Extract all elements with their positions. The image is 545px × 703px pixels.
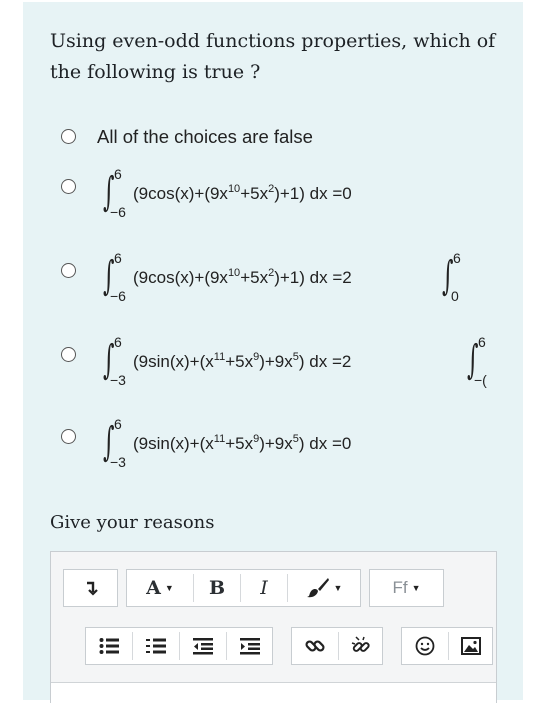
lower-limit: −6 [110, 204, 126, 220]
integrand: (9cos(x)+(9x10+5x2)+1) dx =0 [133, 183, 352, 204]
editor-toolbar: A ▼ B I ▼ Ff ▼ [51, 552, 496, 683]
lower-limit: −3 [110, 372, 126, 388]
radio-option-1[interactable] [61, 129, 76, 144]
upper-limit: 6 [114, 334, 122, 350]
rhs-lower-limit: 0 [451, 288, 459, 304]
integrand: (9cos(x)+(9x10+5x2)+1) dx =2 [133, 267, 352, 288]
font-family-label: Ff [392, 578, 408, 597]
outdent-icon [193, 638, 213, 655]
question-card: Using even-odd functions properties, whi… [23, 2, 523, 703]
italic-button[interactable]: I [241, 570, 287, 606]
bold-button[interactable]: B [194, 570, 240, 606]
indent-button[interactable] [227, 628, 272, 664]
image-button[interactable] [449, 628, 492, 664]
caret-down-icon: ▼ [164, 583, 174, 593]
toolbar-group-lists [85, 627, 273, 665]
emoji-button[interactable] [402, 628, 448, 664]
toolbar-group-font-family: Ff ▼ [369, 569, 444, 607]
indent-icon [239, 638, 260, 655]
toolbar-group-paragraph [63, 569, 118, 607]
arrow-down-icon [86, 581, 98, 596]
bold-label: B [208, 577, 226, 599]
upper-limit: 6 [114, 416, 122, 432]
outdent-button[interactable] [180, 628, 226, 664]
rhs-upper-limit: 6 [453, 250, 461, 266]
paragraph-style-button[interactable] [64, 570, 117, 606]
link-icon [305, 640, 325, 652]
unlink-icon [351, 636, 370, 652]
radio-option-5[interactable] [61, 429, 76, 444]
font-style-label: A [146, 577, 161, 599]
unordered-list-button[interactable] [86, 628, 132, 664]
caret-down-icon: ▼ [333, 583, 343, 593]
font-family-button[interactable]: Ff ▼ [370, 570, 443, 606]
option-label: All of the choices are false [97, 126, 313, 147]
rhs-lower-limit: −( [474, 372, 487, 388]
upper-limit: 6 [114, 250, 122, 266]
ordered-list-button[interactable] [133, 628, 179, 664]
reasons-label: Give your reasons [50, 512, 215, 533]
rich-text-editor[interactable]: A ▼ B I ▼ Ff ▼ [50, 551, 497, 703]
radio-option-2[interactable] [61, 179, 76, 194]
image-icon [460, 637, 481, 655]
upper-limit: 6 [114, 166, 122, 182]
lower-limit: −3 [110, 454, 126, 470]
paint-brush-icon [306, 578, 329, 598]
lower-limit: −6 [110, 288, 126, 304]
rhs-upper-limit: 6 [478, 334, 486, 350]
italic-label: I [260, 577, 268, 599]
text-color-button[interactable]: ▼ [288, 570, 360, 606]
integrand: (9sin(x)+(x11+5x9)+9x5) dx =2 [133, 351, 352, 372]
unlink-button[interactable] [339, 628, 382, 664]
question-text: Using even-odd functions properties, whi… [50, 30, 496, 83]
toolbar-group-format: A ▼ B I ▼ [126, 569, 361, 607]
toolbar-group-insert [401, 627, 493, 665]
font-style-button[interactable]: A ▼ [127, 570, 193, 606]
caret-down-icon: ▼ [411, 583, 421, 593]
ordered-list-icon [146, 638, 166, 654]
link-button[interactable] [292, 628, 338, 664]
toolbar-group-links [291, 627, 383, 665]
unordered-list-icon [99, 638, 119, 654]
integrand: (9sin(x)+(x11+5x9)+9x5) dx =0 [133, 433, 352, 454]
radio-option-4[interactable] [61, 347, 76, 362]
emoji-icon [415, 636, 435, 656]
radio-option-3[interactable] [61, 263, 76, 278]
